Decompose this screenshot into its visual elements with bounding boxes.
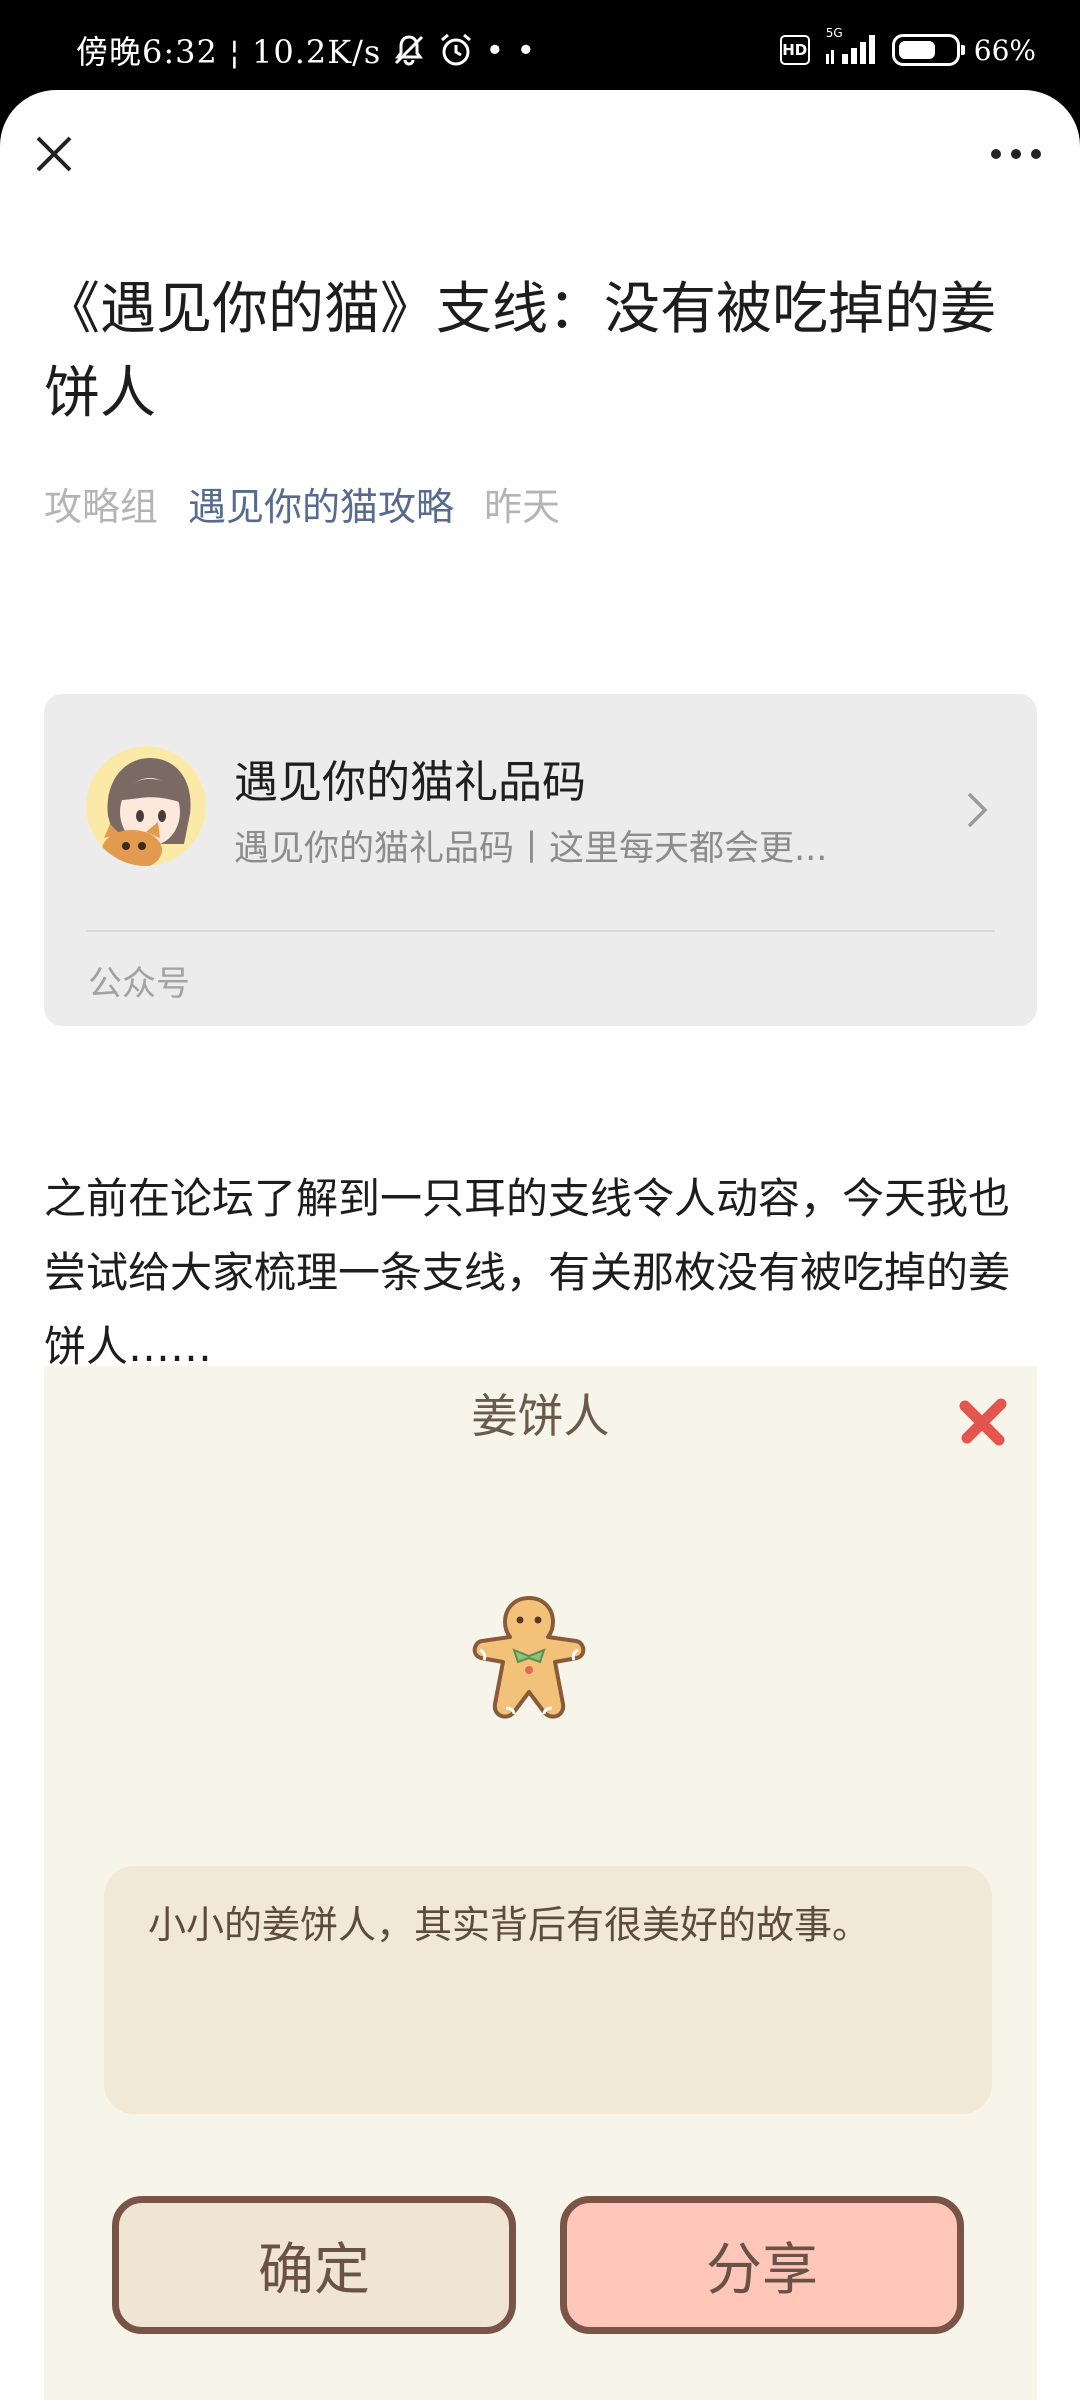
more-icon[interactable] (988, 140, 1044, 168)
account-description: 遇见你的猫礼品码丨这里每天都会更... (234, 829, 828, 869)
author-group: 攻略组 (44, 484, 159, 529)
article-body: 之前在论坛了解到一只耳的支线令人动容，今天我也尝试给大家梳理一条支线，有关那枚没… (44, 1174, 1011, 1371)
account-link[interactable]: 遇见你的猫攻略 (188, 476, 454, 531)
confirm-button[interactable]: 确定 (112, 2196, 516, 2334)
account-type: 公众号 (88, 964, 190, 1004)
item-description-box: 小小的姜饼人，其实背后有很美好的故事。 (104, 1866, 992, 2114)
publish-time: 昨天 (484, 484, 561, 529)
game-screenshot: 姜饼人 小小的姜饼人，其实背后有很美好的故事。 确定 分享 (44, 1366, 1037, 2400)
gingerbread-icon (454, 1590, 604, 1730)
article-meta: 攻略组 遇见你的猫攻略 昨天 (44, 476, 560, 530)
hd-icon: HD (779, 35, 810, 65)
item-description: 小小的姜饼人，其实背后有很美好的故事。 (148, 1903, 871, 1947)
account-name: 遇见你的猫礼品码 (234, 757, 586, 808)
alarm-icon (437, 31, 475, 69)
article-title: 《遇见你的猫》支线：没有被吃掉的姜饼人 (44, 277, 996, 426)
official-account-card[interactable]: 遇见你的猫礼品码 遇见你的猫礼品码丨这里每天都会更... 公众号 (44, 694, 1037, 1026)
status-right: HD 5G 66% (779, 26, 1036, 70)
divider (86, 930, 995, 932)
status-dots: • • (485, 31, 537, 69)
status-bar: 傍晚6:32 ¦ 10.2K/s • • HD 5G 66% (0, 0, 1080, 92)
battery-percent: 66% (973, 33, 1036, 67)
signal-icon: 5G (824, 26, 878, 68)
item-title: 姜饼人 (471, 1389, 610, 1443)
battery-fill (898, 41, 935, 59)
close-icon[interactable] (955, 1392, 1013, 1450)
chevron-right-icon (963, 788, 991, 832)
battery-icon (891, 34, 965, 66)
mute-bell-icon (391, 32, 427, 68)
article-sheet: 《遇见你的猫》支线：没有被吃掉的姜饼人 攻略组 遇见你的猫攻略 昨天 遇见你的猫… (0, 90, 1080, 2400)
close-icon[interactable] (30, 130, 78, 178)
status-time-speed: 傍晚6:32 ¦ 10.2K/s (76, 33, 382, 71)
avatar (86, 746, 206, 866)
status-left: 傍晚6:32 ¦ 10.2K/s • • (76, 30, 537, 71)
share-button[interactable]: 分享 (560, 2196, 964, 2334)
